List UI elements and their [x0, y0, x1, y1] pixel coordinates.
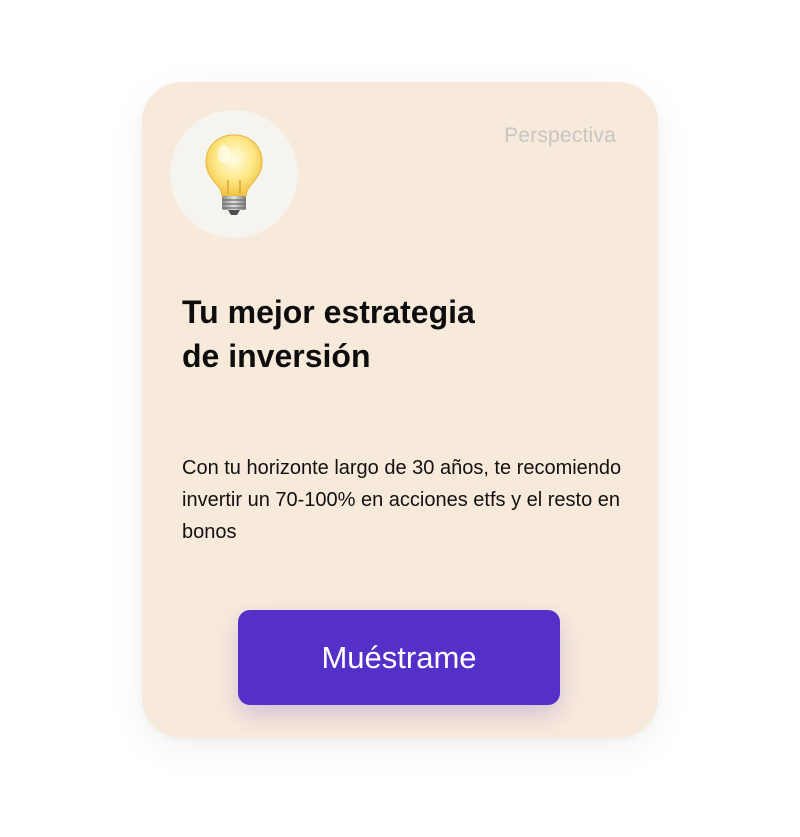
insight-card: Perspectiva Tu mejor estrategia de inver…	[142, 82, 658, 738]
icon-circle	[170, 110, 298, 238]
lightbulb-icon	[205, 134, 263, 215]
card-title: Tu mejor estrategia de inversión	[182, 294, 475, 374]
card-description: Con tu horizonte largo de 30 años, te re…	[182, 457, 622, 543]
show-me-button[interactable]: Muéstrame	[238, 610, 560, 705]
category-tag: Perspectiva	[504, 124, 616, 147]
